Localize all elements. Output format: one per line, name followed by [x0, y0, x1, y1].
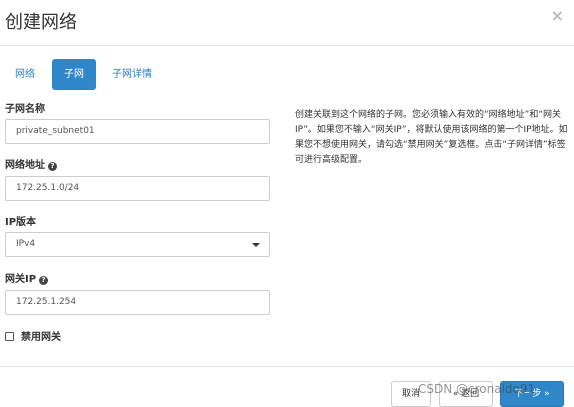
disable-gateway-row: 禁用网关	[5, 328, 61, 343]
close-icon[interactable]: ×	[551, 8, 564, 24]
dialog-footer: 取消 « 返回 下一步 »	[0, 366, 574, 407]
next-button[interactable]: 下一步 »	[500, 381, 564, 407]
gateway-ip-label-text: 网关IP	[5, 274, 37, 285]
help-icon[interactable]: ?	[48, 162, 57, 171]
tab-subnet[interactable]: 子网	[52, 59, 96, 90]
dialog-header: 创建网络 ×	[0, 0, 574, 46]
help-icon[interactable]: ?	[39, 276, 49, 285]
ip-version-select[interactable]: IPv4	[5, 232, 270, 257]
disable-gateway-checkbox[interactable]	[5, 332, 14, 341]
disable-gateway-label[interactable]: 禁用网关	[21, 332, 61, 343]
cancel-button[interactable]: 取消	[391, 381, 431, 407]
tab-subnet-details[interactable]: 子网详情	[103, 59, 161, 90]
ip-version-label: IP版本	[5, 217, 37, 228]
back-button[interactable]: « 返回	[439, 381, 493, 407]
gateway-ip-label: 网关IP?	[5, 270, 49, 285]
subnet-name-label: 子网名称	[5, 104, 45, 115]
ip-version-value: IPv4	[16, 239, 36, 249]
help-description: 创建关联到这个网络的子网。您必须输入有效的“网络地址”和“网关IP”。如果您不输…	[295, 110, 568, 165]
create-network-dialog: 创建网络 × 网络 子网 子网详情 子网名称 private_subnet01 …	[0, 0, 574, 407]
network-address-input[interactable]: 172.25.1.0/24	[5, 176, 270, 201]
network-address-label: 网络地址?	[5, 156, 57, 171]
dialog-title: 创建网络	[5, 12, 77, 33]
network-address-label-text: 网络地址	[5, 160, 45, 171]
subnet-name-input[interactable]: private_subnet01	[5, 119, 270, 144]
tab-network[interactable]: 网络	[5, 59, 45, 90]
gateway-ip-input[interactable]: 172.25.1.254	[5, 290, 270, 315]
caret-down-icon	[252, 243, 260, 247]
